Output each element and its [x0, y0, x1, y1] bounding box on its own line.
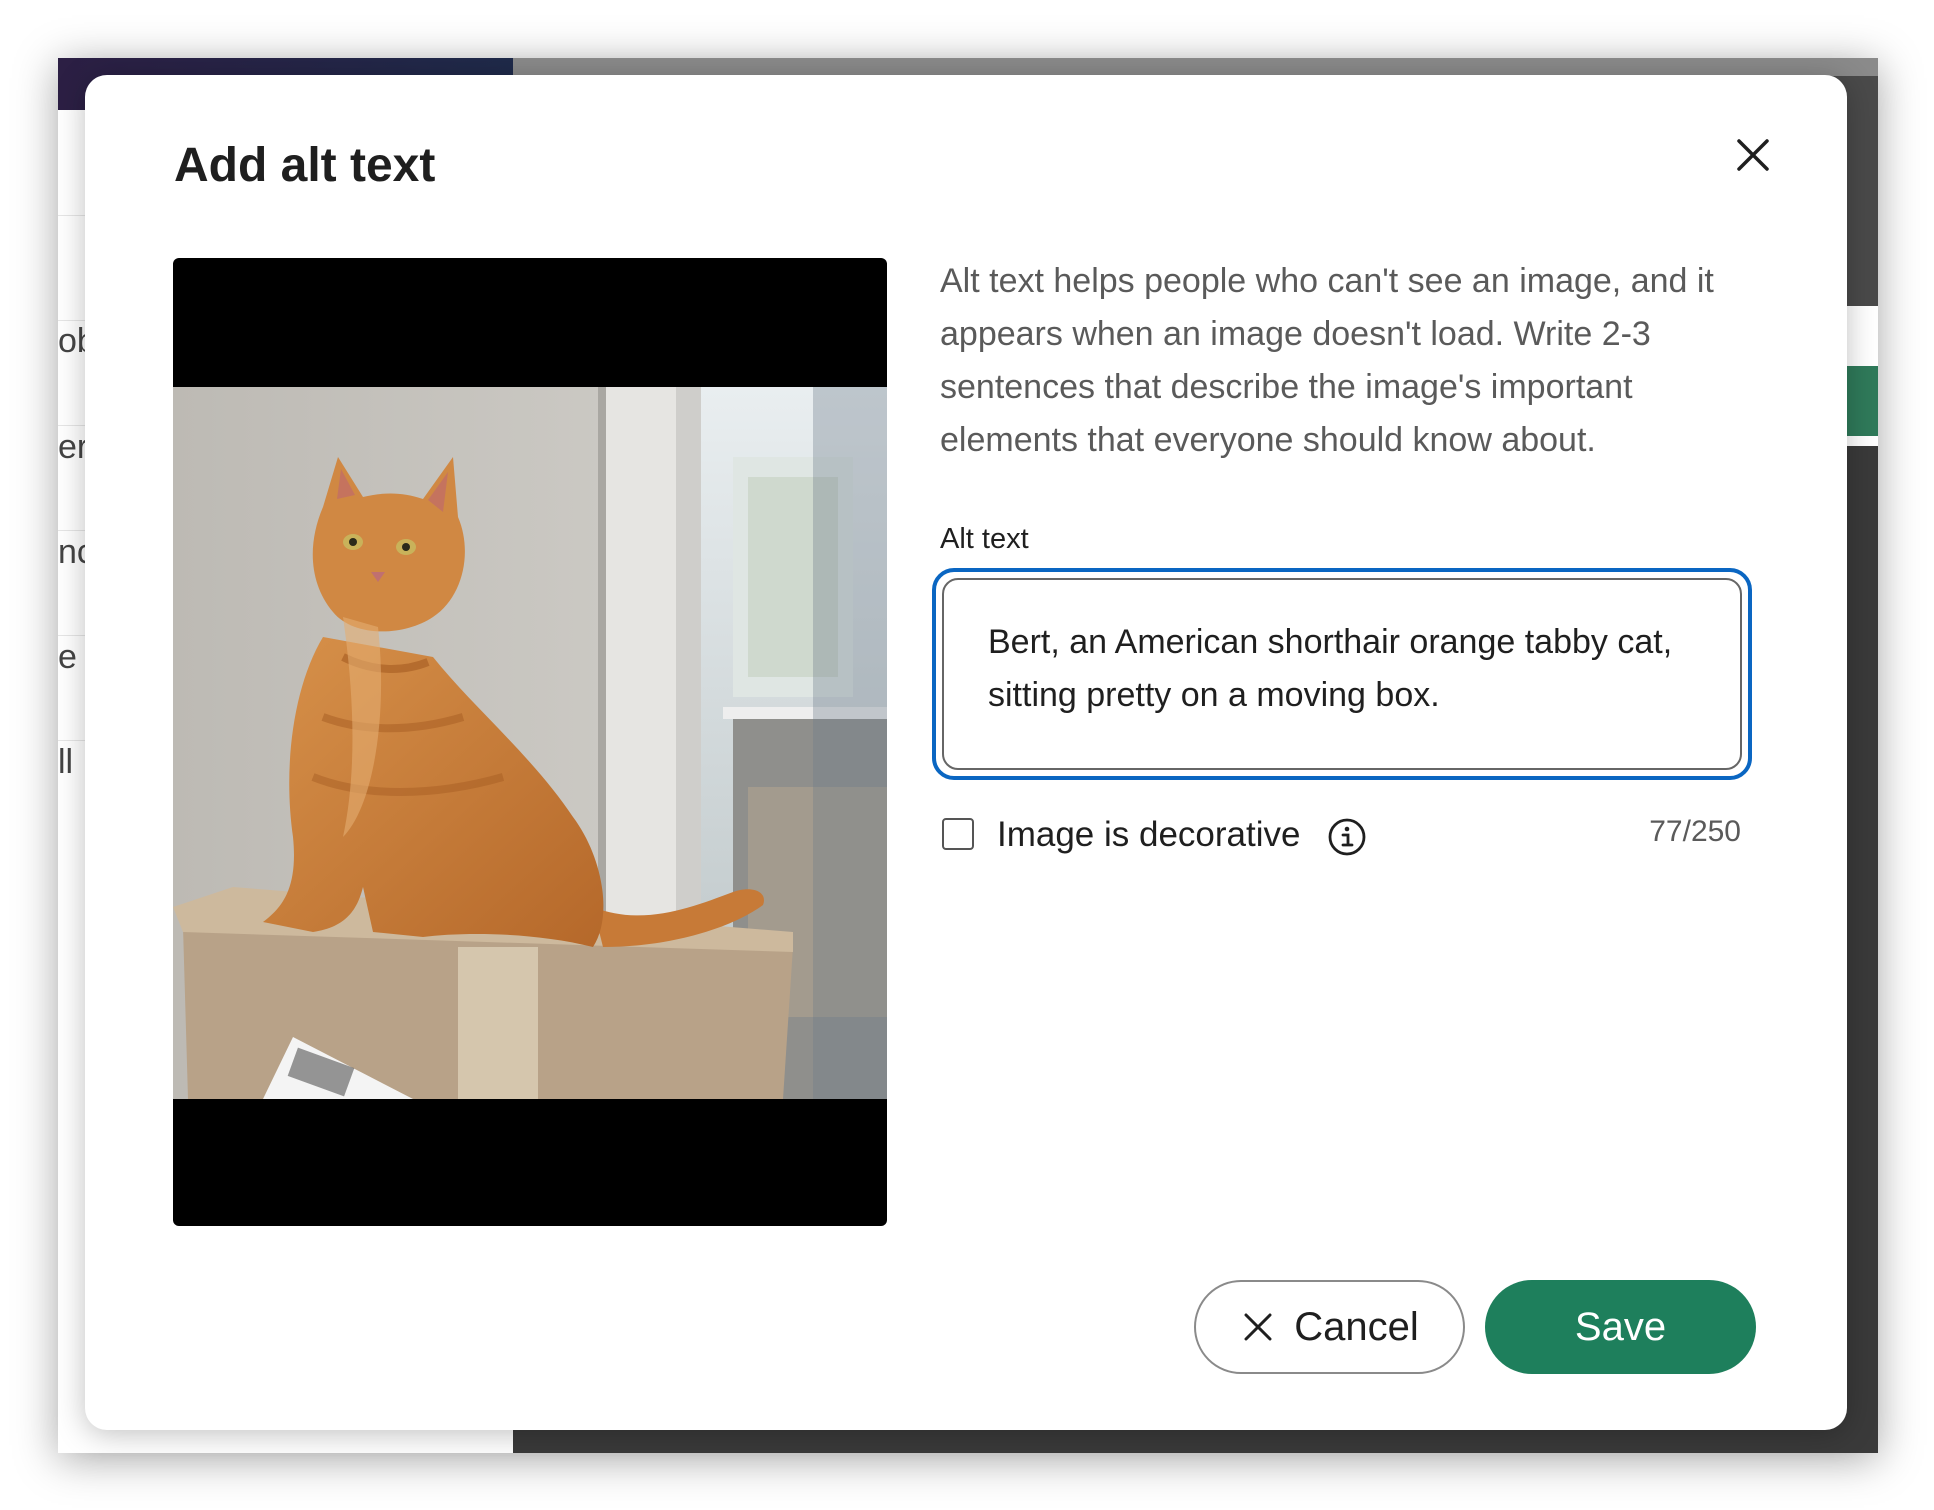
info-icon[interactable] [1327, 817, 1367, 857]
background-sidebar-text: e [58, 638, 77, 676]
close-button[interactable] [1725, 127, 1781, 183]
decorative-checkbox-label[interactable]: Image is decorative [997, 815, 1300, 855]
background-sidebar-text: ll [58, 743, 74, 781]
cancel-button-label: Cancel [1294, 1304, 1419, 1349]
image-preview [173, 258, 887, 1226]
alt-text-description: Alt text helps people who can't see an i… [940, 262, 1714, 459]
cat-photo [173, 387, 887, 1099]
alt-text-label: Alt text [940, 523, 1029, 555]
alt-text-input[interactable]: Bert, an American shorthair orange tabby… [942, 578, 1742, 770]
background-app-toolbar [513, 58, 1878, 76]
close-icon [1737, 139, 1769, 171]
decorative-checkbox[interactable] [942, 818, 974, 850]
save-button[interactable]: Save [1485, 1280, 1756, 1374]
background-sidebar-text: er [58, 428, 89, 466]
close-icon [1244, 1313, 1272, 1341]
add-alt-text-dialog: Add alt text Alt text helps people who c… [85, 75, 1847, 1430]
character-counter: 77/250 [1649, 815, 1741, 848]
cancel-button[interactable]: Cancel [1194, 1280, 1465, 1374]
dialog-title: Add alt text [174, 139, 436, 192]
